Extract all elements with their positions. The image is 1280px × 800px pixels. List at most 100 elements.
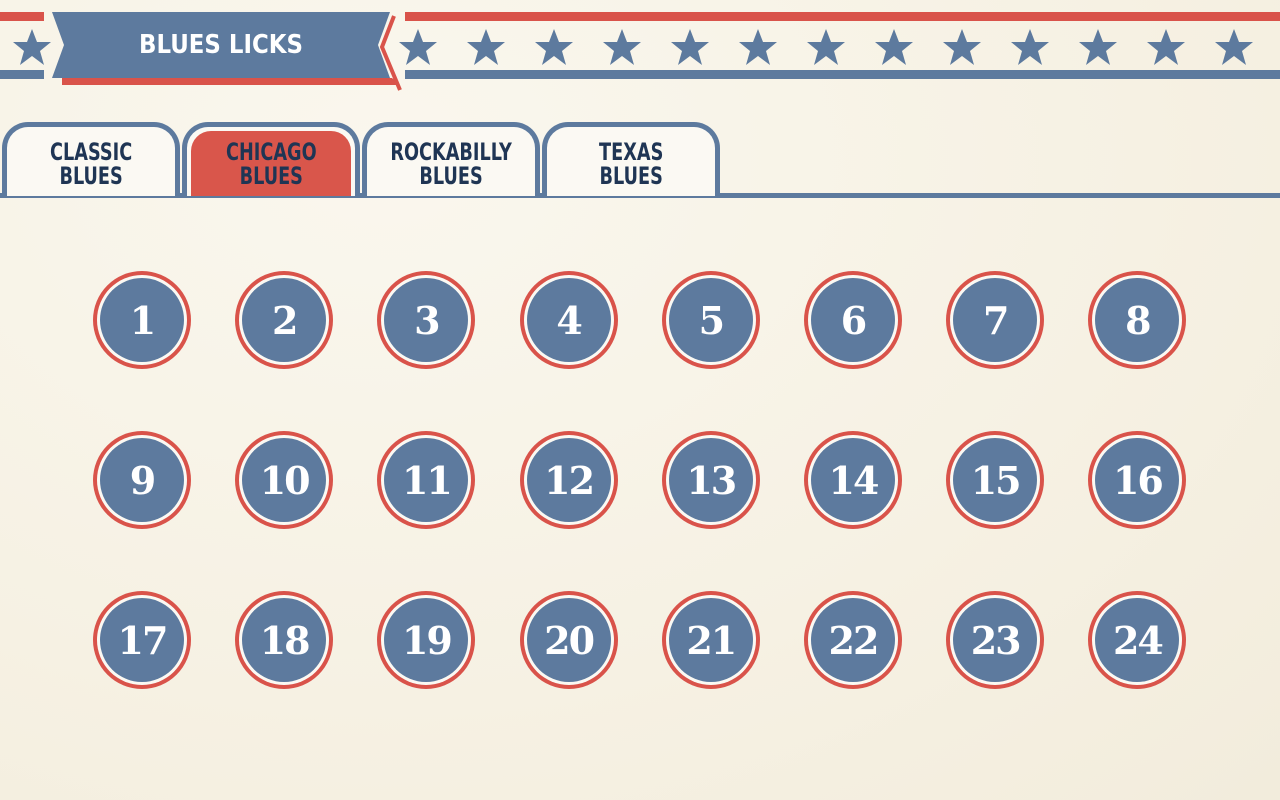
star-icon (1011, 29, 1049, 65)
lick-button-17[interactable]: 17 (93, 591, 191, 689)
lick-disc: 9 (100, 438, 184, 522)
lick-button-16[interactable]: 16 (1088, 431, 1187, 529)
lick-button-9[interactable]: 9 (93, 431, 191, 529)
lick-disc: 11 (384, 438, 469, 522)
lick-button-14[interactable]: 14 (804, 431, 902, 529)
tab-classic-blues[interactable]: CLASSIC BLUES (2, 122, 180, 196)
star-icon (1215, 29, 1253, 65)
app-title: BLUES LICKS (139, 30, 303, 60)
lick-button-6[interactable]: 6 (804, 271, 902, 369)
lick-button-21[interactable]: 21 (661, 591, 760, 689)
star-icon (943, 29, 981, 65)
stripe-blue-left (0, 70, 44, 79)
lick-button-7[interactable]: 7 (946, 271, 1045, 369)
star-icon (535, 29, 573, 65)
star-icon (807, 29, 845, 65)
lick-disc: 15 (953, 438, 1038, 522)
lick-disc: 4 (526, 278, 611, 362)
tab-rockabilly-blues[interactable]: ROCKABILLY BLUES (362, 122, 540, 196)
lick-disc: 16 (1095, 438, 1180, 522)
star-icon (1079, 29, 1117, 65)
lick-button-1[interactable]: 1 (93, 271, 191, 369)
lick-disc: 21 (668, 598, 753, 682)
lick-disc: 13 (668, 438, 753, 522)
star-icon (467, 29, 505, 65)
lick-button-19[interactable]: 19 (377, 591, 476, 689)
lick-disc: 17 (100, 598, 184, 682)
lick-button-3[interactable]: 3 (377, 271, 476, 369)
lick-button-12[interactable]: 12 (519, 431, 618, 529)
lick-disc: 14 (811, 438, 895, 522)
tab-chicago-blues[interactable]: CHICAGO BLUES (182, 122, 360, 196)
lick-number: 12 (544, 457, 595, 503)
lick-number: 19 (401, 617, 453, 663)
lick-button-24[interactable]: 24 (1088, 591, 1187, 689)
star-icon (13, 29, 51, 65)
lick-number: 15 (970, 457, 1022, 503)
lick-disc: 24 (1095, 598, 1180, 682)
lick-button-18[interactable]: 18 (235, 591, 334, 689)
lick-number: 3 (414, 297, 440, 343)
lick-number: 6 (840, 297, 867, 343)
lick-number: 9 (129, 457, 156, 503)
lick-disc: 22 (811, 598, 895, 682)
lick-number: 5 (698, 297, 725, 343)
lick-disc: 1 (100, 278, 184, 362)
lick-number: 7 (982, 297, 1009, 343)
star-icon (875, 29, 913, 65)
stripe-blue-right (405, 70, 1280, 79)
lick-disc: 18 (242, 598, 327, 682)
header-banner: BLUES LICKS (0, 0, 1280, 100)
stripe-red-left (0, 12, 44, 21)
lick-disc: 5 (668, 278, 753, 362)
lick-button-20[interactable]: 20 (519, 591, 618, 689)
lick-number: 1 (129, 297, 156, 343)
lick-number: 16 (1112, 457, 1164, 503)
lick-number: 13 (686, 457, 737, 503)
tab-label: TEXAS BLUES (598, 137, 664, 190)
lick-number: 20 (544, 617, 595, 663)
lick-button-23[interactable]: 23 (946, 591, 1045, 689)
tab-texas-blues[interactable]: TEXAS BLUES (542, 122, 720, 196)
star-icon (399, 29, 437, 65)
lick-number: 11 (401, 457, 453, 503)
star-icon (1147, 29, 1185, 65)
tab-label: CLASSIC BLUES (49, 137, 133, 190)
lick-number: 24 (1112, 617, 1164, 663)
lick-button-5[interactable]: 5 (661, 271, 760, 369)
lick-disc: 23 (953, 598, 1038, 682)
lick-disc: 20 (526, 598, 611, 682)
lick-disc: 19 (384, 598, 469, 682)
lick-number: 17 (117, 617, 169, 663)
lick-number: 23 (970, 617, 1022, 663)
lick-number: 22 (828, 617, 880, 663)
lick-number: 2 (271, 297, 298, 343)
lick-number: 4 (556, 297, 582, 343)
tab-label: CHICAGO BLUES (225, 137, 317, 190)
tab-label: ROCKABILLY BLUES (390, 137, 512, 190)
lick-button-4[interactable]: 4 (519, 271, 618, 369)
lick-number: 18 (259, 617, 311, 663)
lick-disc: 3 (384, 278, 469, 362)
lick-disc: 8 (1095, 278, 1180, 362)
lick-disc: 12 (526, 438, 611, 522)
lick-number: 10 (259, 457, 311, 503)
lick-button-2[interactable]: 2 (235, 271, 334, 369)
lick-button-11[interactable]: 11 (377, 431, 476, 529)
lick-number: 8 (1125, 297, 1151, 343)
lick-disc: 6 (811, 278, 895, 362)
star-icon (603, 29, 641, 65)
star-icon (739, 29, 777, 65)
lick-disc: 10 (242, 438, 327, 522)
lick-button-15[interactable]: 15 (946, 431, 1045, 529)
lick-number: 14 (828, 457, 880, 503)
lick-button-8[interactable]: 8 (1088, 271, 1187, 369)
lick-button-10[interactable]: 10 (235, 431, 334, 529)
lick-button-13[interactable]: 13 (661, 431, 760, 529)
lick-disc: 2 (242, 278, 327, 362)
lick-button-22[interactable]: 22 (804, 591, 902, 689)
stripe-red-right (405, 12, 1280, 21)
lick-disc: 7 (953, 278, 1038, 362)
lick-number: 21 (686, 617, 737, 663)
star-icon (671, 29, 709, 65)
